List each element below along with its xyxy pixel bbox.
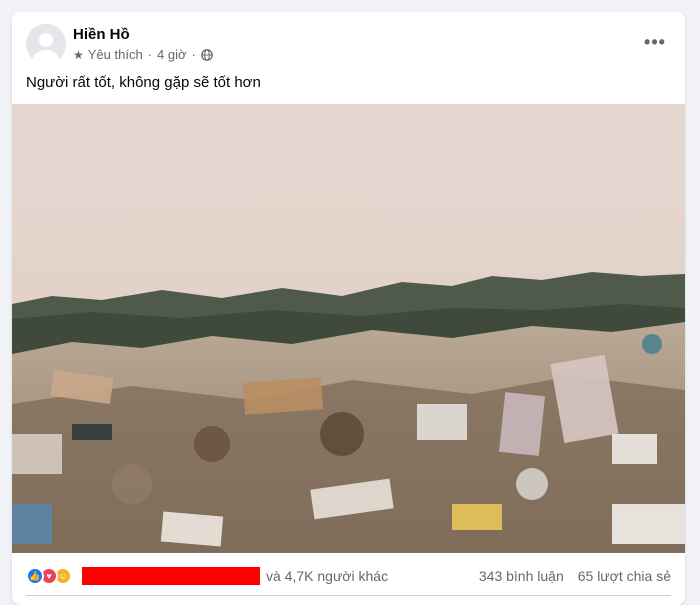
post-card: Hiền Hồ ★ Yêu thích · 4 giờ · ••• Người … — [12, 12, 685, 605]
post-footer: 👍 ♥ ☺ và 4,7K người khác 343 bình luận 6… — [12, 560, 685, 592]
globe-icon[interactable] — [201, 48, 213, 61]
post-text: Người rất tốt, không gặp sẽ tốt hơn — [26, 74, 261, 91]
star-icon: ★ — [73, 47, 84, 62]
meta-separator: · — [147, 47, 153, 62]
engagement-stats: 343 bình luận 65 lượt chia sẻ — [479, 568, 671, 584]
redacted-name-bar — [82, 567, 260, 585]
reaction-others-text[interactable]: và 4,7K người khác — [266, 568, 388, 584]
post-meta: ★ Yêu thích · 4 giờ · — [73, 47, 213, 62]
reaction-icons[interactable]: 👍 ♥ ☺ — [26, 567, 72, 585]
favorite-label: Yêu thích — [87, 47, 143, 62]
comments-count[interactable]: 343 bình luận — [479, 568, 564, 584]
avatar[interactable] — [26, 24, 66, 64]
default-avatar-icon — [26, 24, 66, 64]
post-time[interactable]: 4 giờ — [157, 47, 187, 62]
author-name[interactable]: Hiền Hồ — [73, 26, 130, 43]
shares-count[interactable]: 65 lượt chia sẻ — [578, 568, 671, 584]
like-reaction-icon: 👍 — [26, 567, 44, 585]
footer-divider — [26, 595, 671, 596]
landfill-garbage-photo[interactable] — [12, 104, 685, 553]
more-options-icon[interactable]: ••• — [639, 28, 671, 56]
meta-separator: · — [191, 47, 196, 62]
